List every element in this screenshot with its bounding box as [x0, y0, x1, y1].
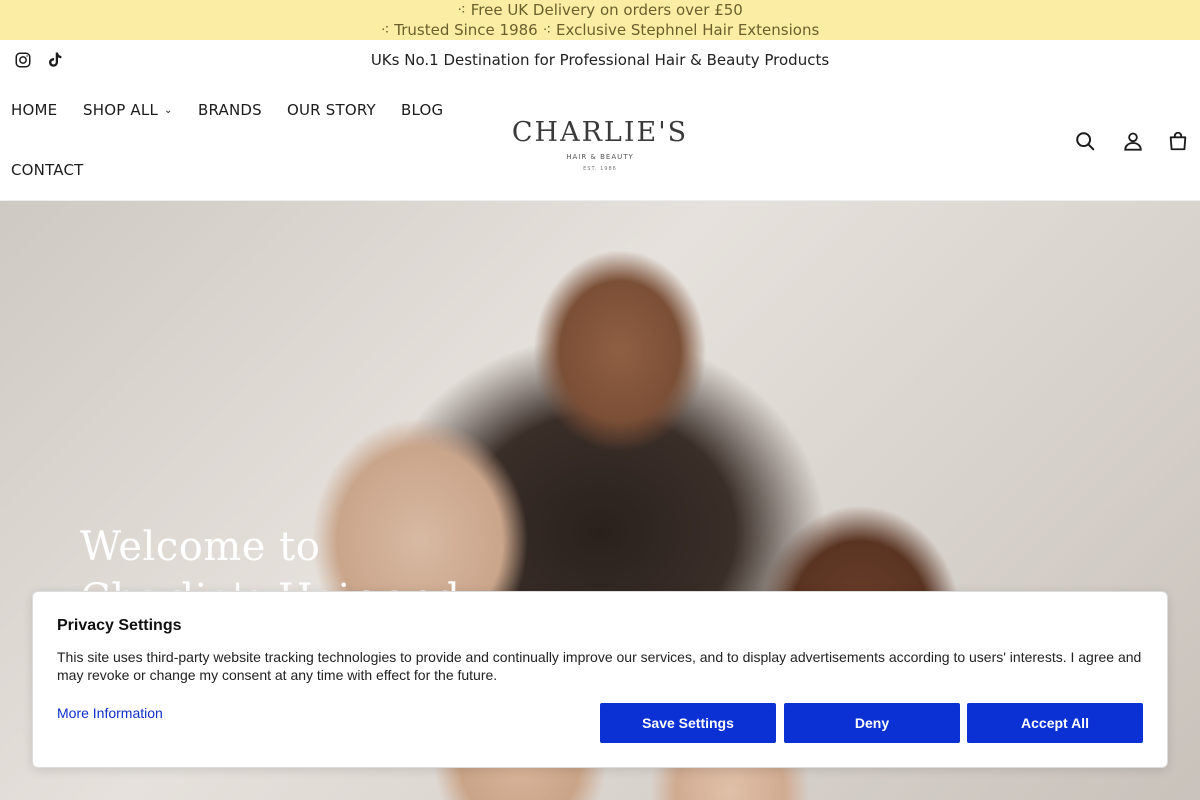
nav-home-label: HOME	[11, 101, 58, 119]
cart-icon[interactable]	[1167, 130, 1189, 152]
save-settings-button[interactable]: Save Settings	[600, 703, 776, 743]
account-icon[interactable]	[1122, 130, 1144, 152]
nav-our-story[interactable]: OUR STORY	[287, 100, 376, 120]
announcement-line-1: ⁖ Free UK Delivery on orders over £50	[457, 1, 743, 19]
logo-subtitle: HAIR & BEAUTY	[566, 153, 634, 161]
more-information-link[interactable]: More Information	[57, 704, 163, 722]
deny-button[interactable]: Deny	[784, 703, 960, 743]
tiktok-icon[interactable]	[46, 51, 64, 69]
announcement-line-2: ⁖ Trusted Since 1986 ⁖ Exclusive Stephne…	[380, 21, 820, 39]
tagline: UKs No.1 Destination for Professional Ha…	[370, 51, 830, 69]
nav-brands-label: BRANDS	[198, 101, 262, 119]
search-icon[interactable]	[1074, 130, 1096, 152]
privacy-text: This site uses third-party website track…	[57, 649, 1142, 683]
privacy-title: Privacy Settings	[57, 617, 182, 634]
nav-contact[interactable]: CONTACT	[11, 160, 84, 180]
privacy-settings-dialog: Privacy Settings This site uses third-pa…	[32, 591, 1168, 768]
nav-blog[interactable]: BLOG	[401, 100, 443, 120]
logo-name: CHARLIE'S	[511, 117, 689, 148]
nav-blog-label: BLOG	[401, 101, 444, 119]
chevron-down-icon: ⌄	[164, 105, 173, 116]
accept-all-button[interactable]: Accept All	[967, 703, 1143, 743]
nav-our-story-label: OUR STORY	[287, 101, 376, 119]
hero-title-line-1: Welcome to	[80, 524, 321, 570]
nav-home[interactable]: HOME	[11, 100, 57, 120]
sub-bar: UKs No.1 Destination for Professional Ha…	[0, 40, 1200, 80]
logo-est: EST. 1986	[583, 166, 617, 172]
nav-shop-all[interactable]: SHOP ALL ⌄	[83, 100, 173, 121]
social-links	[14, 51, 64, 69]
nav-contact-label: CONTACT	[11, 161, 84, 179]
site-header: HOME SHOP ALL ⌄ BRANDS OUR STORY BLOG CON…	[0, 80, 1200, 201]
nav-brands[interactable]: BRANDS	[198, 100, 262, 120]
instagram-icon[interactable]	[14, 51, 32, 69]
nav-shop-all-label: SHOP ALL	[83, 101, 158, 119]
site-logo[interactable]: CHARLIE'S HAIR & BEAUTY EST. 1986	[500, 116, 700, 173]
announcement-bar: ⁖ Free UK Delivery on orders over £50 ⁖ …	[0, 0, 1200, 40]
